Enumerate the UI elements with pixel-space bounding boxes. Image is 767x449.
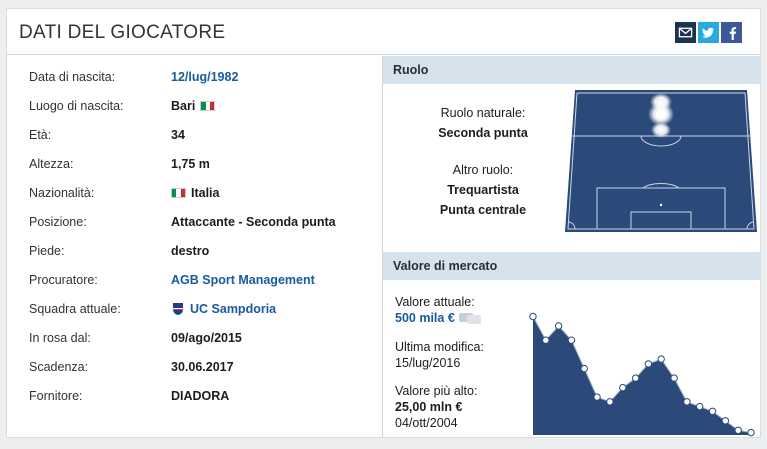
row-value: 1,75 m [171,157,210,171]
chart-point[interactable] [542,336,550,344]
chart-point[interactable] [593,393,601,401]
row-label: In rosa dal: [29,331,91,345]
chart-point[interactable] [567,336,576,344]
row-value: 34 [171,128,185,142]
club-name: UC Sampdoria [190,302,277,316]
chart-point[interactable] [644,360,653,368]
row-label: Nazionalità: [29,186,95,200]
row-label: Altezza: [29,157,74,171]
chart-point[interactable] [670,374,678,382]
row-value: Attaccante - Seconda punta [171,215,336,229]
italy-flag-icon [200,101,216,111]
row-value: destro [171,244,210,258]
nationality-value: Italia [191,186,220,200]
birth-date-link[interactable]: 12/lug/1982 [171,70,238,84]
card-header: DATI DEL GIOCATORE [7,9,760,55]
other-role-value-2: Punta centrale [439,203,527,217]
current-value-label: Valore attuale: [395,295,475,309]
highest-value: 25,00 mln € [395,400,463,414]
other-role-label: Altro ruolo: [452,163,514,177]
player-data-card: DATI DEL GIOCATORE Data di nascita: 12/l… [6,8,761,438]
chart-point[interactable] [747,428,755,437]
list-item: Piede: destro [29,242,369,260]
list-item: Altezza: 1,75 m [29,155,369,173]
chart-point[interactable] [631,374,640,382]
club-crest-icon [171,302,185,316]
row-value: Bari [171,99,216,113]
row-label: Luogo di nascita: [29,99,124,113]
row-label: Età: [29,128,52,142]
list-item: Nazionalità: Italia [29,184,369,202]
chart-point[interactable] [606,398,614,406]
row-label: Data di nascita: [29,70,116,84]
list-item: Posizione: Attaccante - Seconda punta [29,213,369,231]
list-item: Fornitore: DIADORA [29,387,369,405]
pitch-diagram [565,90,757,232]
twitter-icon[interactable] [698,22,719,43]
natural-role-label: Ruolo naturale: [440,106,526,120]
row-value: 09/ago/2015 [171,331,242,345]
list-item: In rosa dal: 09/ago/2015 [29,329,369,347]
chart-point[interactable] [657,355,665,363]
page-title: DATI DEL GIOCATORE [19,22,226,43]
chart-point[interactable] [580,364,588,373]
row-label: Squadra attuale: [29,302,121,316]
natural-role-value: Seconda punta [438,126,528,140]
list-item: Squadra attuale: UC Sampdoria [29,300,369,318]
chart-point[interactable] [554,322,563,330]
player-info-list: Data di nascita: 12/lug/1982 Luogo di na… [7,56,381,437]
other-role-value-1: Trequartista [447,183,519,197]
list-item: Luogo di nascita: Bari [29,97,369,115]
row-value: DIADORA [171,389,230,403]
role-marker-punta-centrale [651,122,671,138]
facebook-icon[interactable] [721,22,742,43]
list-item: Età: 34 [29,126,369,144]
row-value: Italia [171,186,220,200]
pitch-penalty-spot [659,203,663,207]
chart-point[interactable] [721,417,730,425]
current-club-link[interactable]: UC Sampdoria [171,302,276,316]
row-label: Piede: [29,244,65,258]
list-item: Data di nascita: 12/lug/1982 [29,68,369,86]
compare-chart-icon [458,313,481,324]
envelope-icon[interactable] [675,22,696,43]
highest-value-date: 04/ott/2004 [395,416,458,430]
birthplace-value: Bari [171,99,196,113]
row-value: 30.06.2017 [171,360,234,374]
share-buttons [675,22,742,43]
agent-link[interactable]: AGB Sport Management [171,273,315,287]
list-item: Scadenza: 30.06.2017 [29,358,369,376]
chart-point[interactable] [683,398,691,406]
row-label: Procuratore: [29,273,98,287]
current-value-link[interactable]: 500 mila € [395,311,481,325]
role-section-header: Ruolo [383,56,760,84]
row-label: Scadenza: [29,360,89,374]
current-value: 500 mila € [395,311,455,325]
market-value-section-header: Valore di mercato [383,252,760,280]
last-modified-label: Ultima modifica: [395,340,484,354]
italy-flag-icon [171,188,186,198]
chart-point[interactable] [708,407,717,416]
last-modified-value: 15/lug/2016 [395,356,461,370]
row-label: Posizione: [29,215,87,229]
list-item: Procuratore: AGB Sport Management [29,271,369,289]
row-label: Fornitore: [29,389,83,403]
market-value-chart [529,312,755,437]
highest-value-label: Valore più alto: [395,384,478,398]
chart-point[interactable] [529,312,537,321]
chart-point[interactable] [696,402,704,411]
chart-point[interactable] [734,426,742,435]
role-marker-main-dot [656,109,666,119]
chart-point[interactable] [619,383,627,392]
right-panel: Ruolo Ruolo naturale: Seconda punta Altr… [383,56,760,437]
